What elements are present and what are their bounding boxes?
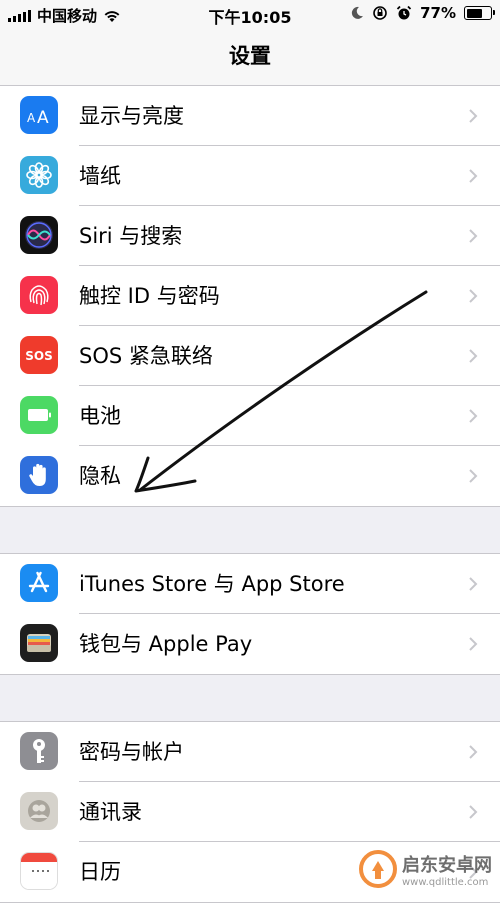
settings-list[interactable]: AA 显示与亮度 墙纸 Siri 与搜索 触控 ID 与密码 SOS SOS 紧… xyxy=(0,86,500,903)
chevron-right-icon xyxy=(469,229,478,243)
settings-row-label: 触控 ID 与密码 xyxy=(79,284,220,308)
do-not-disturb-moon-icon xyxy=(351,6,364,19)
chevron-right-icon xyxy=(469,349,478,363)
sos-icon: SOS xyxy=(20,336,58,374)
display-brightness-icon: AA xyxy=(20,96,58,134)
settings-group-display-privacy: AA 显示与亮度 墙纸 Siri 与搜索 触控 ID 与密码 SOS SOS 紧… xyxy=(0,86,500,507)
siri-icon xyxy=(20,216,58,254)
svg-text:SOS: SOS xyxy=(25,349,53,363)
chevron-right-icon xyxy=(469,409,478,423)
navigation-bar: 设置 xyxy=(0,28,500,86)
battery-setting-icon xyxy=(20,396,58,434)
alarm-clock-icon xyxy=(396,5,412,20)
battery-icon xyxy=(464,6,495,20)
calendar-icon xyxy=(20,852,58,890)
settings-row-wallet-apple-pay[interactable]: 钱包与 Apple Pay xyxy=(0,614,500,674)
settings-row-label: 电池 xyxy=(79,404,121,428)
chevron-right-icon xyxy=(469,745,478,759)
settings-row-label: 墙纸 xyxy=(79,164,121,188)
key-icon xyxy=(20,732,58,770)
rotation-lock-icon xyxy=(373,6,387,20)
page-title: 设置 xyxy=(229,44,271,68)
chevron-right-icon xyxy=(469,109,478,123)
settings-row-itunes-app-store[interactable]: iTunes Store 与 App Store xyxy=(0,554,500,614)
settings-row-label: 日历 xyxy=(79,860,121,884)
settings-row-passwords-accounts[interactable]: 密码与帐户 xyxy=(0,722,500,782)
settings-row-privacy[interactable]: 隐私 xyxy=(0,446,500,506)
settings-row-label: SOS 紧急联络 xyxy=(79,344,213,368)
settings-row-label: 通讯录 xyxy=(79,800,142,824)
fingerprint-icon xyxy=(20,276,58,314)
settings-row-label: 钱包与 Apple Pay xyxy=(79,632,253,656)
settings-row-wallpaper[interactable]: 墙纸 xyxy=(0,146,500,206)
settings-row-touch-id-passcode[interactable]: 触控 ID 与密码 xyxy=(0,266,500,326)
settings-row-emergency-sos[interactable]: SOS SOS 紧急联络 xyxy=(0,326,500,386)
chevron-right-icon xyxy=(469,637,478,651)
contacts-icon xyxy=(20,792,58,830)
wallpaper-icon xyxy=(20,156,58,194)
privacy-hand-icon xyxy=(20,456,58,494)
settings-row-label: iTunes Store 与 App Store xyxy=(79,572,345,596)
settings-row-label: Siri 与搜索 xyxy=(79,224,183,248)
chevron-right-icon xyxy=(469,289,478,303)
settings-group-stores: iTunes Store 与 App Store 钱包与 Apple Pay xyxy=(0,553,500,675)
status-bar: 中国移动 下午10:05 77% xyxy=(0,0,500,28)
chevron-right-icon xyxy=(469,805,478,819)
chevron-right-icon xyxy=(469,169,478,183)
settings-row-battery[interactable]: 电池 xyxy=(0,386,500,446)
chevron-right-icon xyxy=(469,577,478,591)
settings-row-label: 密码与帐户 xyxy=(79,740,184,764)
chevron-right-icon xyxy=(469,469,478,483)
settings-row-siri-search[interactable]: Siri 与搜索 xyxy=(0,206,500,266)
settings-row-label: 隐私 xyxy=(79,464,121,488)
svg-text:A: A xyxy=(37,108,49,128)
settings-row-contacts[interactable]: 通讯录 xyxy=(0,782,500,842)
watermark-text: 启东安卓网 www.qdlittle.com xyxy=(402,851,492,888)
app-store-icon xyxy=(20,564,58,602)
watermark: 启东安卓网 www.qdlittle.com xyxy=(358,849,492,889)
battery-percent: 77% xyxy=(420,4,456,22)
watermark-brand: 启东安卓网 xyxy=(402,854,492,876)
settings-row-display-brightness[interactable]: AA 显示与亮度 xyxy=(0,86,500,146)
watermark-site: www.qdlittle.com xyxy=(402,876,489,888)
status-right: 77% xyxy=(350,4,495,22)
svg-text:A: A xyxy=(27,111,36,125)
settings-row-label: 显示与亮度 xyxy=(79,104,184,128)
watermark-logo-icon xyxy=(359,850,397,888)
wallet-icon xyxy=(20,624,58,662)
